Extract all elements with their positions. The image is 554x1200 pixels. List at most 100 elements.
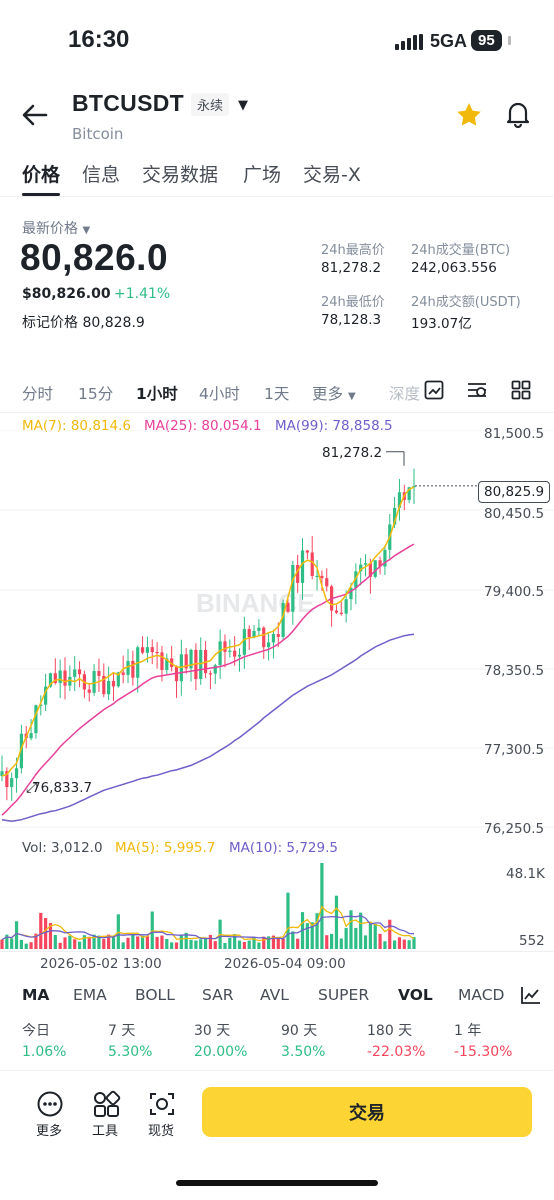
tab-price[interactable]: 价格	[22, 160, 60, 187]
volume-bar	[373, 923, 377, 949]
volume-bar	[286, 892, 290, 949]
contract-type-badge: 永续	[191, 93, 230, 116]
high-24h-label: 24h最高价	[321, 243, 385, 258]
indicator-avl[interactable]: AVL	[260, 986, 289, 1004]
asset-name: Bitcoin	[72, 125, 124, 143]
price-axis-label: 79,400.5	[484, 584, 545, 600]
mark-price: 标记价格 80,828.9	[22, 312, 145, 332]
volume-bar	[242, 942, 246, 949]
volume-bar	[363, 935, 368, 949]
volume-bar	[397, 937, 402, 949]
candle-body	[325, 578, 329, 587]
notification-bell-icon[interactable]	[505, 100, 531, 128]
volume-usdt-value: 193.07亿	[411, 316, 472, 332]
volume-bar	[73, 939, 77, 949]
candlestick-chart[interactable]: BINANCE 81,278.2⤢76,833.7	[0, 430, 554, 840]
price-axis-label: 76,250.5	[484, 821, 545, 837]
indicator-sar[interactable]: SAR	[202, 986, 234, 1004]
symbol-dropdown-caret-icon[interactable]: ▼	[238, 98, 248, 113]
candle-body	[363, 563, 368, 565]
candle-body	[237, 654, 242, 657]
volume-bar	[393, 940, 397, 949]
tab-info[interactable]: 信息	[82, 160, 120, 187]
interval-1h[interactable]: 1小时	[136, 382, 178, 404]
tools-grid-icon[interactable]	[91, 1090, 121, 1118]
price-axis-label: 80,450.5	[484, 506, 545, 522]
latest-price-selector[interactable]: 最新价格 ▼	[22, 218, 90, 238]
candle-body	[334, 610, 339, 613]
volume-bar	[58, 942, 62, 949]
indicator-settings-icon[interactable]	[466, 380, 488, 400]
tab-trading-data[interactable]: 交易数据	[142, 160, 218, 187]
volume-btc-label: 24h成交量(BTC)	[411, 243, 511, 258]
indicator-super[interactable]: SUPER	[318, 986, 369, 1004]
battery-level: 95	[471, 30, 502, 51]
period-value-90d: 3.50%	[281, 1044, 326, 1060]
candle-body	[199, 650, 203, 680]
interval-time-sharing[interactable]: 分时	[22, 382, 53, 404]
volume-bar	[68, 935, 72, 949]
favorite-star-icon[interactable]	[455, 101, 483, 129]
volume-bar	[189, 939, 193, 949]
indicator-chart-icon[interactable]	[520, 985, 542, 1005]
volume-bar	[39, 912, 43, 949]
interval-more[interactable]: 更多 ▼	[312, 382, 356, 404]
candle-body	[92, 671, 96, 693]
volume-bar	[63, 937, 67, 949]
volume-bar	[402, 939, 406, 949]
candle-body	[373, 560, 377, 577]
interval-4h[interactable]: 4小时	[199, 382, 240, 404]
volume-bar	[77, 941, 82, 949]
volume-bar	[53, 935, 57, 949]
indicator-ma[interactable]: MA	[22, 986, 49, 1004]
candle-body	[228, 650, 232, 652]
bottom-divider	[0, 1070, 554, 1071]
period-label-7d: 7 天	[108, 1023, 136, 1039]
indicator-vol[interactable]: VOL	[398, 986, 433, 1004]
volume-bar	[208, 934, 213, 949]
usd-price: $80,826.00	[22, 286, 111, 302]
candle-body	[131, 660, 135, 678]
grid-layout-icon[interactable]	[511, 380, 531, 400]
trade-button[interactable]: 交易	[202, 1087, 532, 1137]
volume-bar	[334, 895, 339, 949]
chart-settings-icon[interactable]	[424, 380, 444, 400]
volume-bar	[10, 938, 14, 949]
tab-square[interactable]: 广场	[243, 160, 281, 187]
candle-body	[305, 550, 309, 553]
tab-trade-x[interactable]: 交易-X	[303, 160, 361, 187]
current-price-tag: 80,825.9	[478, 481, 551, 503]
interval-depth[interactable]: 深度	[389, 382, 425, 404]
volume-bar	[136, 936, 140, 949]
back-arrow-icon[interactable]	[20, 100, 50, 130]
spot-label[interactable]: 现货	[148, 1120, 174, 1139]
volume-bar	[194, 940, 198, 949]
interval-15m[interactable]: 15分	[78, 382, 113, 404]
candle-body	[213, 665, 217, 674]
indicator-macd[interactable]: MACD	[458, 986, 506, 1004]
candle-body	[315, 575, 319, 578]
candle-body	[300, 550, 305, 583]
volume-bar	[126, 937, 130, 949]
volume-bar	[281, 938, 285, 949]
volume-bar	[368, 923, 372, 949]
volume-bar	[344, 928, 348, 949]
more-dots-icon[interactable]	[35, 1090, 65, 1118]
volume-bar	[330, 933, 334, 949]
candle-body	[121, 672, 125, 675]
candle-body	[58, 670, 62, 684]
candle-body	[208, 673, 213, 675]
volume-bar	[0, 939, 4, 949]
volume-bar	[305, 923, 309, 949]
candle-body	[29, 733, 33, 739]
indicator-boll[interactable]: BOLL	[135, 986, 175, 1004]
volume-bar	[257, 942, 261, 949]
interval-1d[interactable]: 1天	[264, 382, 289, 404]
more-label[interactable]: 更多	[36, 1120, 62, 1139]
indicator-ema[interactable]: EMA	[73, 986, 107, 1004]
spot-icon[interactable]	[147, 1090, 177, 1118]
symbol-title[interactable]: BTCUSDT	[72, 90, 184, 117]
volume-bar	[223, 942, 227, 949]
tools-label[interactable]: 工具	[92, 1120, 118, 1139]
candle-body	[77, 669, 82, 675]
